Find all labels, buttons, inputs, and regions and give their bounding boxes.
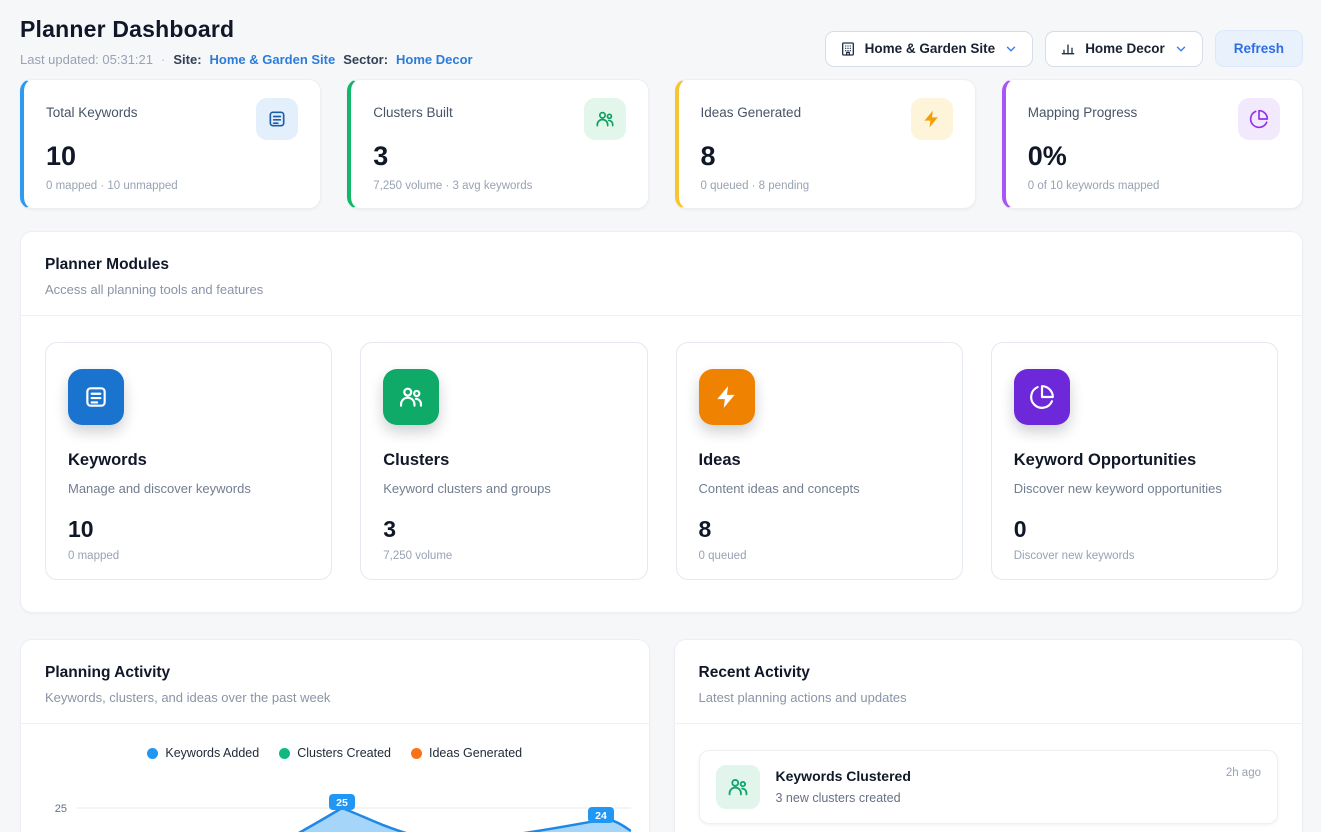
- document-icon: [256, 98, 298, 140]
- planner-dashboard-page: Planner Dashboard Last updated: 05:31:21…: [0, 0, 1321, 832]
- stat-card-total-keywords: Total Keywords 10 0 mapped · 10 unmapped: [20, 79, 321, 209]
- site-selector-value: Home & Garden Site: [865, 41, 996, 56]
- svg-text:24: 24: [595, 810, 607, 822]
- legend-item-keywords-added: Keywords Added: [147, 746, 259, 760]
- section-subtitle: Access all planning tools and features: [45, 282, 1278, 297]
- bar-chart-icon: [1060, 41, 1076, 57]
- module-card-ideas[interactable]: Ideas Content ideas and concepts 8 0 que…: [676, 342, 963, 580]
- recent-activity-head: Recent Activity Latest planning actions …: [675, 640, 1303, 724]
- legend-item-ideas-generated: Ideas Generated: [411, 746, 522, 760]
- module-value: 0: [1014, 516, 1255, 543]
- legend-dot: [279, 748, 290, 759]
- module-detail: 0 queued: [699, 550, 940, 562]
- planner-modules-section: Planner Modules Access all planning tool…: [20, 231, 1303, 613]
- stat-label: Clusters Built: [373, 98, 453, 120]
- planning-activity-card: Planning Activity Keywords, clusters, an…: [20, 639, 650, 832]
- legend-item-clusters-created: Clusters Created: [279, 746, 391, 760]
- header: Planner Dashboard Last updated: 05:31:21…: [20, 16, 1303, 67]
- data-point-label: 24: [588, 807, 614, 823]
- section-title: Planning Activity: [45, 664, 625, 682]
- sector-selector-value: Home Decor: [1085, 41, 1165, 56]
- planner-modules-head: Planner Modules Access all planning tool…: [21, 232, 1302, 316]
- section-title: Recent Activity: [699, 664, 1279, 682]
- recent-activity-card: Recent Activity Latest planning actions …: [674, 639, 1304, 832]
- y-axis-tick: 25: [55, 803, 67, 815]
- recent-item-body: Keywords Clustered 3 new clusters create…: [776, 765, 911, 805]
- sector-selector-dropdown[interactable]: Home Decor: [1045, 31, 1203, 67]
- document-icon: [68, 369, 124, 425]
- stat-label: Mapping Progress: [1028, 98, 1138, 120]
- stat-detail: 0 queued · 8 pending: [701, 180, 953, 192]
- stat-label: Ideas Generated: [701, 98, 802, 120]
- stat-detail: 0 of 10 keywords mapped: [1028, 180, 1280, 192]
- site-link[interactable]: Home & Garden Site: [210, 52, 336, 67]
- site-selector-dropdown[interactable]: Home & Garden Site: [825, 31, 1034, 67]
- pie-chart-icon: [1238, 98, 1280, 140]
- module-detail: 0 mapped: [68, 550, 309, 562]
- recent-item-title: Keywords Clustered: [776, 768, 911, 784]
- users-icon: [383, 369, 439, 425]
- header-left: Planner Dashboard Last updated: 05:31:21…: [20, 16, 473, 67]
- modules-grid: Keywords Manage and discover keywords 10…: [21, 316, 1302, 612]
- last-updated-text: Last updated: 05:31:21: [20, 52, 153, 67]
- stat-label: Total Keywords: [46, 98, 138, 120]
- planning-activity-chart: 25 25 24: [21, 760, 649, 832]
- chevron-down-icon: [1174, 42, 1188, 56]
- module-title: Keywords: [68, 451, 309, 470]
- bolt-icon: [699, 369, 755, 425]
- module-description: Keyword clusters and groups: [383, 481, 624, 496]
- stat-card-clusters-built: Clusters Built 3 7,250 volume · 3 avg ke…: [347, 79, 648, 209]
- sector-link[interactable]: Home Decor: [396, 52, 473, 67]
- header-controls: Home & Garden Site Home Decor Refresh: [825, 30, 1303, 67]
- sector-label: Sector:: [343, 52, 388, 67]
- module-value: 8: [699, 516, 940, 543]
- svg-text:25: 25: [336, 797, 348, 809]
- site-label: Site:: [173, 52, 201, 67]
- page-title: Planner Dashboard: [20, 16, 473, 43]
- recent-activity-item[interactable]: Keywords Clustered 3 new clusters create…: [699, 750, 1279, 824]
- stat-value: 8: [701, 141, 953, 172]
- refresh-button[interactable]: Refresh: [1215, 30, 1303, 67]
- module-detail: Discover new keywords: [1014, 550, 1255, 562]
- bottom-row: Planning Activity Keywords, clusters, an…: [20, 639, 1303, 832]
- module-title: Ideas: [699, 451, 940, 470]
- stat-card-ideas-generated: Ideas Generated 8 0 queued · 8 pending: [675, 79, 976, 209]
- users-icon: [716, 765, 760, 809]
- meta-line: Last updated: 05:31:21 · Site: Home & Ga…: [20, 52, 473, 67]
- module-card-keywords[interactable]: Keywords Manage and discover keywords 10…: [45, 342, 332, 580]
- stat-value: 10: [46, 141, 298, 172]
- stats-row: Total Keywords 10 0 mapped · 10 unmapped…: [20, 79, 1303, 209]
- recent-item-time: 2h ago: [1226, 767, 1261, 779]
- stat-value: 0%: [1028, 141, 1280, 172]
- pie-chart-icon: [1014, 369, 1070, 425]
- section-subtitle: Latest planning actions and updates: [699, 690, 1279, 705]
- module-card-keyword-opportunities[interactable]: Keyword Opportunities Discover new keywo…: [991, 342, 1278, 580]
- bolt-icon: [911, 98, 953, 140]
- recent-item-description: 3 new clusters created: [776, 791, 911, 805]
- module-description: Manage and discover keywords: [68, 481, 309, 496]
- module-title: Clusters: [383, 451, 624, 470]
- meta-separator: ·: [161, 52, 165, 67]
- stat-detail: 7,250 volume · 3 avg keywords: [373, 180, 625, 192]
- section-title: Planner Modules: [45, 256, 1278, 274]
- module-title: Keyword Opportunities: [1014, 451, 1255, 470]
- stat-detail: 0 mapped · 10 unmapped: [46, 180, 298, 192]
- module-card-clusters[interactable]: Clusters Keyword clusters and groups 3 7…: [360, 342, 647, 580]
- chevron-down-icon: [1004, 42, 1018, 56]
- legend-dot: [147, 748, 158, 759]
- users-icon: [584, 98, 626, 140]
- section-subtitle: Keywords, clusters, and ideas over the p…: [45, 690, 625, 705]
- planning-activity-head: Planning Activity Keywords, clusters, an…: [21, 640, 649, 724]
- data-point-label: 25: [329, 794, 355, 810]
- legend-dot: [411, 748, 422, 759]
- module-description: Discover new keyword opportunities: [1014, 481, 1255, 496]
- chart-legend: Keywords Added Clusters Created Ideas Ge…: [21, 746, 649, 760]
- stat-card-mapping-progress: Mapping Progress 0% 0 of 10 keywords map…: [1002, 79, 1303, 209]
- module-value: 3: [383, 516, 624, 543]
- building-icon: [840, 41, 856, 57]
- module-description: Content ideas and concepts: [699, 481, 940, 496]
- module-value: 10: [68, 516, 309, 543]
- stat-value: 3: [373, 141, 625, 172]
- module-detail: 7,250 volume: [383, 550, 624, 562]
